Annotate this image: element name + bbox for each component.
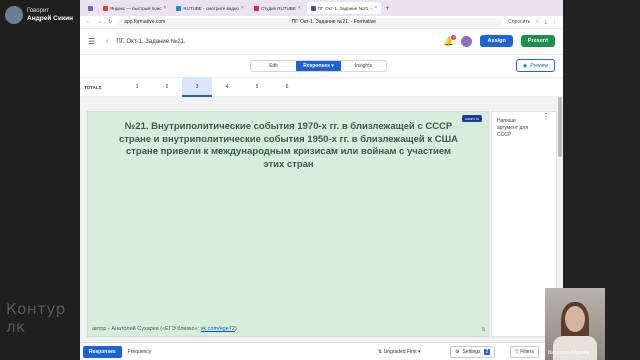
- kontur-logo: Контур лк: [6, 300, 66, 336]
- address-bar: ← → ↻ app.formative.com ПГ. Окт-1. Задан…: [80, 16, 563, 29]
- scrollbar[interactable]: [558, 97, 562, 157]
- rutube-icon: [176, 5, 182, 11]
- url-field[interactable]: app.formative.com ПГ. Окт-1. Задание №21…: [118, 17, 503, 27]
- bell-icon[interactable]: 🔔 0: [444, 34, 457, 46]
- totals-col-6[interactable]: 6: [272, 77, 302, 97]
- eye-icon: ◉: [522, 62, 528, 69]
- more-options-icon[interactable]: ⋮: [542, 112, 550, 121]
- hamburger-icon[interactable]: ☰: [88, 37, 102, 46]
- download-icon[interactable]: ⤓: [545, 19, 547, 25]
- assignment-title: ПГ. Окт-1. Задание №21.: [116, 38, 186, 45]
- browser-tab-1[interactable]: Яндекс — быстрый поис ×: [99, 2, 170, 14]
- totals-col-2[interactable]: 2: [152, 77, 182, 97]
- screen: Говорит Андрей Сикин Контур лк Яндекс — …: [0, 0, 640, 360]
- tab-insights[interactable]: Insights: [341, 61, 386, 71]
- active-speaker: Говорит Андрей Сикин: [5, 6, 73, 24]
- back-arrow-icon[interactable]: ←: [86, 19, 91, 25]
- browser-tab-4[interactable]: ПГ. Окт-1. Задание №21. - ×: [306, 2, 382, 14]
- formative-icon: [310, 5, 316, 11]
- menu-icon[interactable]: ⋮: [552, 19, 557, 25]
- browser-tab-0[interactable]: [84, 2, 97, 14]
- totals-col-3[interactable]: 3: [182, 77, 212, 97]
- settings-button[interactable]: ⚙ Settings 2: [450, 345, 496, 358]
- profile-avatar[interactable]: [461, 35, 473, 47]
- forward-arrow-icon[interactable]: →: [97, 19, 102, 25]
- present-button[interactable]: Present: [520, 35, 555, 47]
- speaking-label: Говорит: [27, 8, 50, 14]
- totals-row: TOTALS 1 2 3 4 5 6: [80, 77, 563, 97]
- video-call-right-panel: Виктория Юдкина: [545, 0, 640, 360]
- close-icon[interactable]: ×: [374, 5, 377, 11]
- close-icon[interactable]: ×: [241, 5, 244, 11]
- browser-tab-2[interactable]: RUTUBE - смотрите видео ×: [172, 2, 248, 14]
- sort-ungraded-first[interactable]: ⇅ Ungraded First ▾: [378, 349, 421, 355]
- filters-button[interactable]: ▽ Filters: [510, 345, 539, 358]
- tab-bar: Яндекс — быстрый поис × RUTUBE - смотрите…: [80, 0, 563, 16]
- browser-window: Яндекс — быстрый поис × RUTUBE - смотрите…: [80, 0, 563, 360]
- bottom-responses-button[interactable]: Responses: [83, 345, 122, 358]
- question-card: zoom in №21. Внутриполитические события …: [87, 111, 489, 337]
- new-tab-icon[interactable]: +: [385, 5, 389, 12]
- preview-button[interactable]: ◉ Preview: [515, 59, 555, 72]
- totals-col-5[interactable]: 5: [242, 77, 272, 97]
- page-title: ПГ. Окт-1. Задание №21. - Formative: [291, 19, 376, 25]
- back-chevron-icon[interactable]: ‹: [106, 38, 108, 45]
- browser-tab-3[interactable]: Студия RUTUBE ×: [250, 2, 305, 14]
- tab-edit[interactable]: Edit: [251, 61, 296, 71]
- question-author: автор - Анатолий Сухарев («ЕГЭ близко»: …: [92, 326, 237, 332]
- reload-icon[interactable]: ↻: [108, 19, 112, 25]
- bottom-frequency-button[interactable]: Frequency: [128, 349, 152, 355]
- notification-badge: 0: [451, 34, 457, 40]
- zoom-in-button[interactable]: zoom in: [461, 115, 482, 122]
- gear-icon: ⚙: [455, 348, 460, 355]
- mode-bar: Edit Responses ▾ Insights ◉ Preview: [80, 55, 563, 77]
- bottom-toolbar: Responses Frequency ⇅ Ungraded First ▾ ⚙…: [80, 342, 563, 360]
- video-call-sidebar: Говорит Андрей Сикин Контур лк: [0, 0, 80, 360]
- response-text: Напиши аргумент для СССР: [497, 118, 529, 138]
- tab-favicon-icon: [88, 5, 93, 11]
- mode-tabs: Edit Responses ▾ Insights: [250, 60, 387, 72]
- rutube-studio-icon: [253, 5, 259, 11]
- totals-col-4[interactable]: 4: [212, 77, 242, 97]
- close-icon[interactable]: ×: [298, 5, 301, 11]
- totals-label: TOTALS: [84, 84, 102, 90]
- yandex-icon: [103, 5, 108, 11]
- speaker-avatar: [5, 6, 23, 24]
- formative-header: ☰ ‹ ПГ. Окт-1. Задание №21. 🔔 0 Assign Pr…: [80, 29, 563, 55]
- tab-responses[interactable]: Responses ▾: [296, 61, 341, 71]
- question-text: №21. Внутриполитические события 1970-х г…: [118, 121, 458, 170]
- speaker-name: Андрей Сикин: [27, 15, 73, 22]
- ask-button[interactable]: Спросить: [508, 19, 530, 25]
- assign-button[interactable]: Assign: [480, 35, 513, 47]
- author-link[interactable]: vk.com/ege72: [201, 326, 235, 332]
- webcam-participant-name: Виктория Юдкина: [548, 350, 590, 356]
- bookmark-icon[interactable]: ☆: [535, 19, 539, 25]
- question-number: 5: [482, 327, 485, 333]
- totals-col-1[interactable]: 1: [122, 77, 152, 97]
- close-icon[interactable]: ×: [163, 5, 166, 11]
